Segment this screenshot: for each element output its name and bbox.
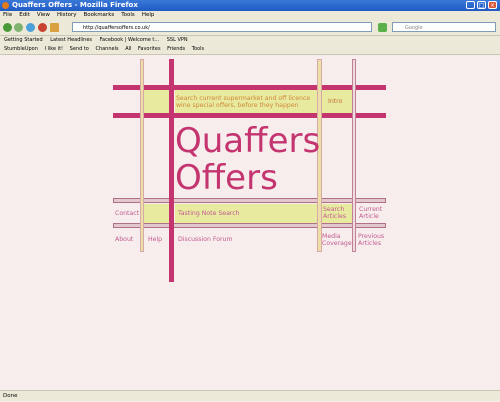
- help-link[interactable]: Help: [148, 236, 162, 243]
- column-line-4: [352, 59, 356, 252]
- column-line-1: [140, 59, 144, 252]
- close-button[interactable]: ×: [488, 1, 497, 9]
- menu-view[interactable]: View: [37, 12, 50, 18]
- bookmark-getting-started[interactable]: Getting Started: [4, 37, 43, 43]
- menu-bar: File Edit View History Bookmarks Tools Help: [0, 11, 500, 20]
- tagline-text: Search current supermarket and off licen…: [176, 95, 311, 109]
- home-icon[interactable]: [50, 23, 59, 32]
- discussion-forum-link[interactable]: Discussion Forum: [178, 236, 233, 243]
- page-content: Search current supermarket and off licen…: [0, 55, 500, 390]
- bookmark-latest-headlines[interactable]: Latest Headlines: [50, 37, 92, 43]
- media-coverage-link[interactable]: Media Coverage: [322, 233, 354, 247]
- previous-articles-link[interactable]: Previous Articles: [358, 233, 390, 247]
- contact-link[interactable]: Contact: [115, 210, 139, 217]
- menu-history[interactable]: History: [57, 12, 77, 18]
- bookmark-facebook[interactable]: Facebook | Welcome t...: [100, 37, 160, 43]
- send-to-button[interactable]: Send to: [70, 46, 89, 52]
- firefox-icon: [2, 2, 9, 9]
- nav-top-rule: [113, 198, 386, 203]
- minimize-button[interactable]: _: [466, 1, 475, 9]
- intro-link[interactable]: Intro: [328, 98, 342, 105]
- header-top-rule: [113, 85, 386, 90]
- menu-tools[interactable]: Tools: [121, 12, 135, 18]
- menu-bookmarks[interactable]: Bookmarks: [84, 12, 115, 18]
- header-bottom-rule: [113, 113, 386, 118]
- nav-band-left: [142, 204, 172, 224]
- menu-help[interactable]: Help: [142, 12, 155, 18]
- channels-button[interactable]: Channels: [95, 46, 118, 52]
- stumbleupon-toolbar: StumbleUpon I like it! Send to Channels …: [0, 45, 500, 55]
- window-titlebar: Quaffers Offers - Mozilla Firefox _ □ ×: [0, 0, 500, 11]
- maximize-button[interactable]: □: [477, 1, 486, 9]
- window-title: Quaffers Offers - Mozilla Firefox: [12, 1, 138, 9]
- all-button[interactable]: All: [125, 46, 131, 52]
- site-title-line2: Offers: [175, 158, 278, 198]
- tools-button[interactable]: Tools: [192, 46, 204, 52]
- tasting-note-search-link[interactable]: Tasting Note Search: [178, 210, 240, 217]
- stop-icon[interactable]: [38, 23, 47, 32]
- go-icon[interactable]: [378, 23, 387, 32]
- column-line-main: [169, 59, 174, 282]
- nav-bottom-rule: [113, 223, 386, 228]
- navigation-toolbar: http://quaffersoffers.co.uk/ Google: [0, 20, 500, 36]
- current-article-link[interactable]: Current Article: [359, 206, 389, 220]
- about-link[interactable]: About: [115, 236, 133, 243]
- bookmark-ssl-vpn[interactable]: SSL VPN: [167, 37, 188, 43]
- menu-edit[interactable]: Edit: [19, 12, 30, 18]
- url-field[interactable]: http://quaffersoffers.co.uk/: [72, 22, 372, 32]
- reload-icon[interactable]: [26, 23, 35, 32]
- back-icon[interactable]: [3, 23, 12, 32]
- search-articles-link[interactable]: Search Articles: [323, 206, 353, 220]
- stumbleupon-button[interactable]: StumbleUpon: [4, 46, 38, 52]
- friends-button[interactable]: Friends: [167, 46, 185, 52]
- header-band-left: [142, 89, 172, 114]
- menu-file[interactable]: File: [3, 12, 12, 18]
- site-title-line1: Quaffers: [175, 121, 321, 161]
- i-like-it-button[interactable]: I like it!: [44, 46, 63, 52]
- status-bar: Done: [0, 390, 500, 401]
- favorites-button[interactable]: Favorites: [138, 46, 161, 52]
- search-input[interactable]: Google: [392, 22, 496, 32]
- forward-icon[interactable]: [14, 23, 23, 32]
